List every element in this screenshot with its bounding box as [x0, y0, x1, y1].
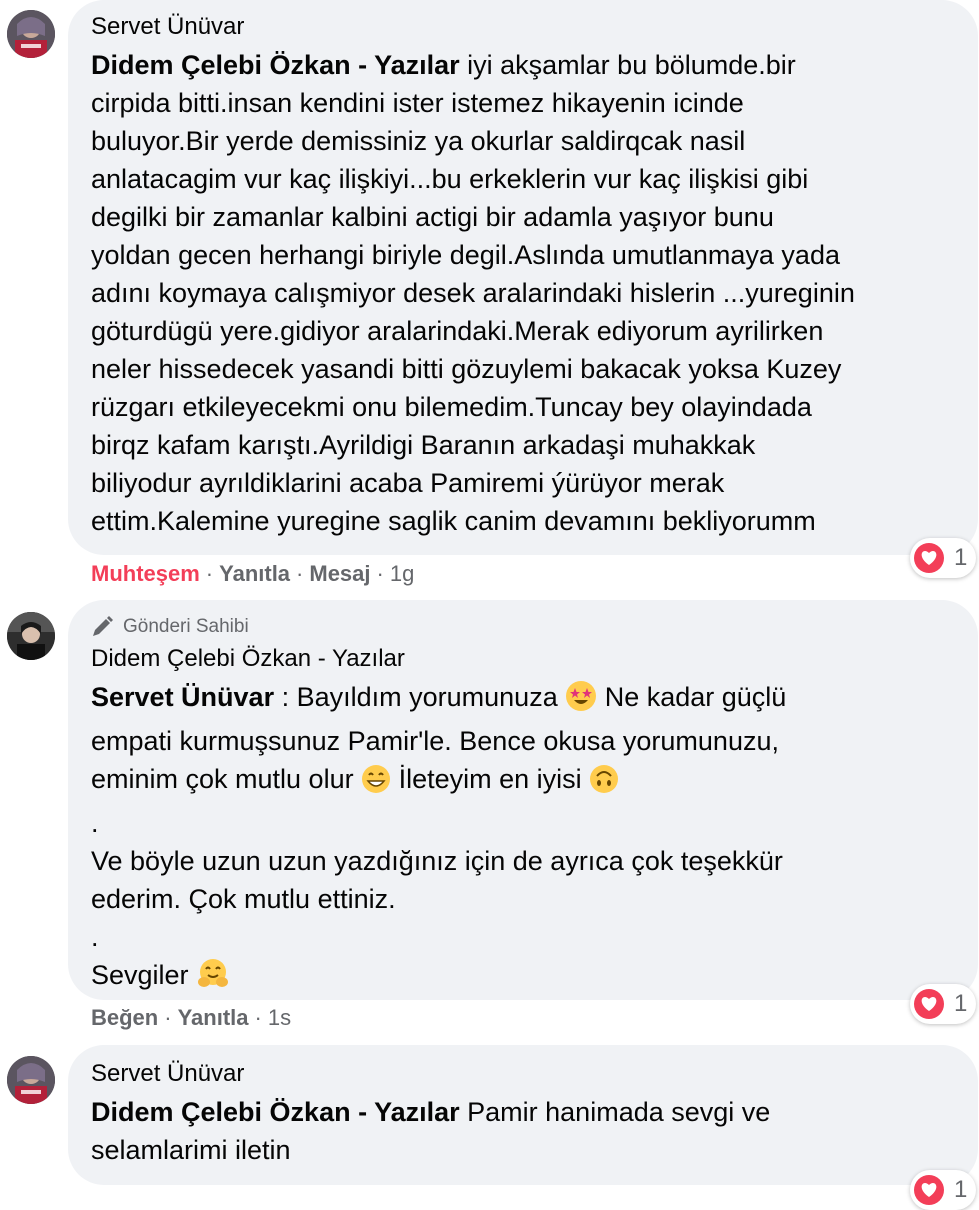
comment-actions: Muhteşem · Yanıtla · Mesaj · 1g: [91, 561, 415, 586]
author-badge: Gönderi Sahibi: [91, 616, 956, 638]
avatar[interactable]: [7, 1056, 55, 1104]
message-button[interactable]: Mesaj: [309, 561, 370, 586]
reaction-label[interactable]: Muhteşem: [91, 561, 200, 586]
timestamp[interactable]: 1s: [268, 1005, 291, 1030]
pencil-icon: [93, 616, 113, 636]
reaction-count[interactable]: 1: [910, 538, 976, 578]
comment-author[interactable]: Didem Çelebi Özkan - Yazılar: [91, 644, 956, 674]
reply-button[interactable]: Yanıtla: [219, 561, 290, 586]
comment-actions: Beğen · Yanıtla · 1s: [91, 1005, 292, 1030]
reaction-count[interactable]: 1: [910, 1170, 976, 1210]
upside-down-emoji: [589, 764, 619, 804]
comment-author[interactable]: Servet Ünüvar: [91, 12, 956, 42]
comment-text: Servet Ünüvar : Bayıldım yorumunuza Ne k…: [91, 678, 956, 1000]
like-button[interactable]: Beğen: [91, 1005, 158, 1030]
reply-button[interactable]: Yanıtla: [178, 1005, 249, 1030]
hugging-emoji: [196, 958, 230, 1000]
comment-bubble: Gönderi Sahibi Didem Çelebi Özkan - Yazı…: [68, 600, 978, 1000]
avatar[interactable]: [7, 10, 55, 58]
reaction-count[interactable]: 1: [910, 984, 976, 1024]
heart-reaction-icon: [914, 1175, 944, 1205]
star-struck-emoji: [565, 680, 597, 722]
grinning-emoji: [361, 764, 391, 804]
heart-reaction-icon: [914, 989, 944, 1019]
comment-author[interactable]: Servet Ünüvar: [91, 1059, 956, 1089]
comment-bubble: Servet Ünüvar Didem Çelebi Özkan - Yazıl…: [68, 1045, 978, 1185]
avatar[interactable]: [7, 612, 55, 660]
comment-text: Didem Çelebi Özkan - Yazılar Pamir hanim…: [91, 1097, 771, 1165]
heart-reaction-icon: [914, 543, 944, 573]
comment-bubble: Servet Ünüvar Didem Çelebi Özkan - Yazıl…: [68, 0, 978, 555]
timestamp[interactable]: 1g: [390, 561, 414, 586]
mention-tag[interactable]: Didem Çelebi Özkan - Yazılar: [91, 1097, 460, 1127]
mention-tag[interactable]: Servet Ünüvar: [91, 682, 274, 712]
mention-tag[interactable]: Didem Çelebi Özkan - Yazılar: [91, 50, 460, 80]
comment-text: Didem Çelebi Özkan - Yazılar iyi akşamla…: [91, 50, 855, 536]
